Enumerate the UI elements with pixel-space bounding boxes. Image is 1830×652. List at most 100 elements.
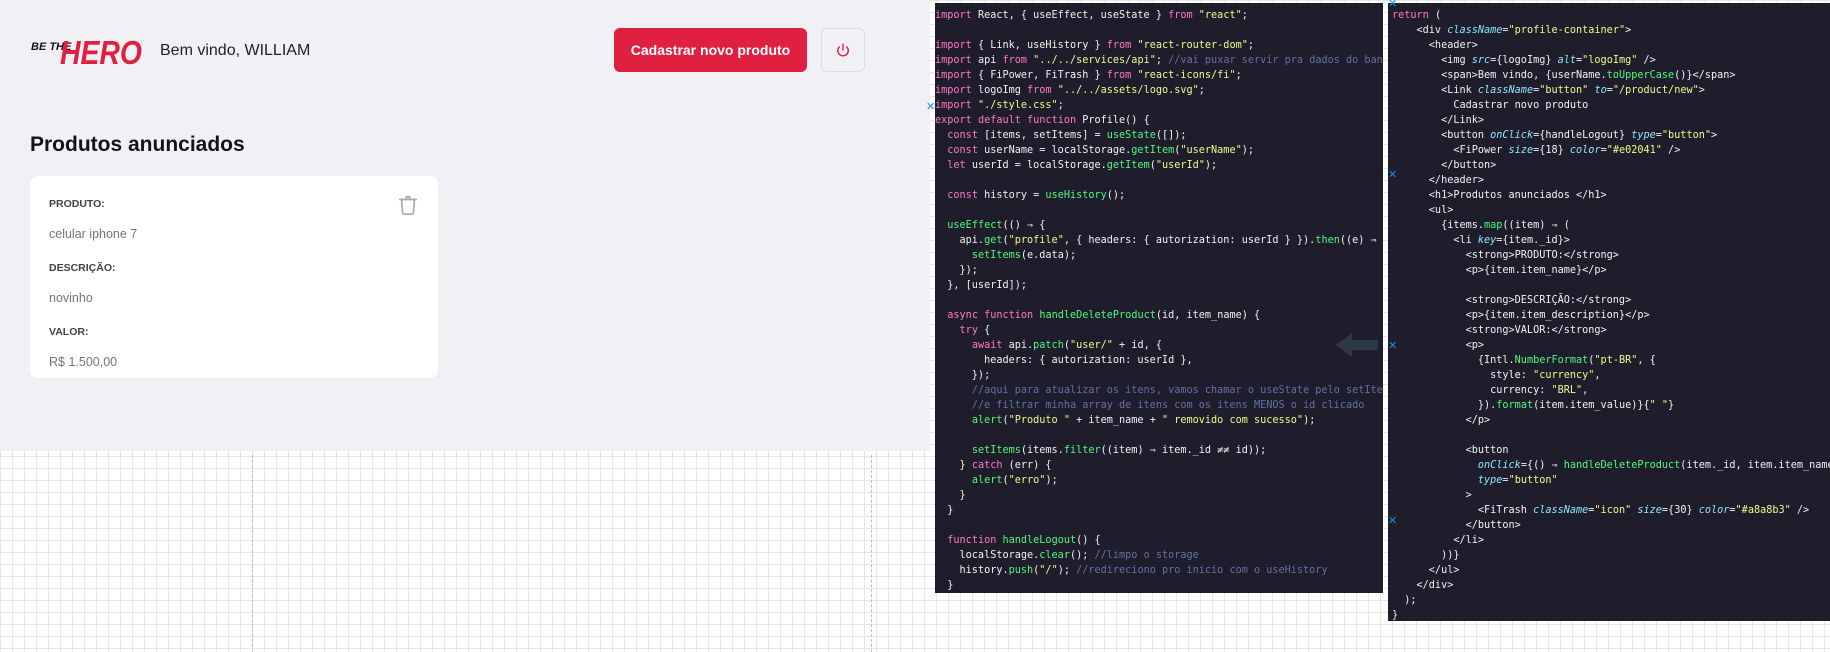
selection-marker: ✕	[926, 100, 936, 113]
code-line: <strong>DESCRIÇÃO:</strong>	[1392, 295, 1632, 306]
selection-marker: ✕	[1388, 514, 1398, 527]
product-description: novinho	[49, 291, 93, 305]
code-line: </ul>	[1392, 565, 1460, 576]
code-line: api.get("profile", { headers: { autoriza…	[935, 235, 1383, 246]
description-label: DESCRIÇÃO:	[49, 262, 116, 274]
code-line: localStorage.clear(); //limpo o storage	[935, 550, 1199, 561]
code-line: export default function Profile() {	[935, 115, 1150, 126]
code-line: const [items, setItems] = useState([]);	[947, 130, 1187, 141]
code-line: //e filtrar minha array de itens com os …	[971, 400, 1365, 411]
code-line: {Intl.NumberFormat("pt-BR", {	[1392, 355, 1656, 366]
code-line: </p>	[1392, 415, 1491, 426]
code-line: import React, { useEffect, useState } fr…	[935, 10, 1248, 21]
code-line: >	[1392, 490, 1472, 501]
product-name: celular iphone 7	[49, 227, 138, 241]
product-label: PRODUTO:	[49, 198, 105, 210]
code-line: useEffect(() ⇒ {	[947, 220, 1046, 231]
code-line: }	[935, 490, 966, 501]
code-line: import "./style.css";	[935, 100, 1064, 111]
code-line: async function handleDeleteProduct(id, i…	[947, 310, 1261, 321]
code-line: return (	[1392, 10, 1442, 21]
code-editor-left: import React, { useEffect, useState } fr…	[935, 3, 1383, 593]
power-icon	[837, 43, 849, 57]
code-line: <h1>Produtos anunciados </h1>	[1392, 190, 1607, 201]
code-line: const userName = localStorage.getItem("u…	[947, 145, 1254, 156]
code-line: } catch (err) {	[935, 460, 1052, 471]
code-line: import api from "../../services/api"; //…	[935, 55, 1383, 66]
canvas-guide	[871, 455, 872, 652]
code-line: }	[1392, 610, 1399, 621]
code-line: ))}	[1392, 550, 1460, 561]
code-line: type="button"	[1477, 475, 1558, 486]
code-line: }).format(item.item_value)}{" "}	[1392, 400, 1675, 411]
code-line: Cadastrar novo produto	[1392, 100, 1589, 111]
logo: BE THE HERO	[31, 34, 142, 71]
code-line: <button onClick={handleLogout} type="but…	[1392, 130, 1718, 141]
code-line: let userId = localStorage.getItem("userI…	[947, 160, 1218, 171]
code-line: <FiTrash className="icon" size={30} colo…	[1392, 505, 1810, 516]
code-line: currency: "BRL",	[1392, 385, 1589, 396]
code-line: });	[935, 265, 978, 276]
code-line: import logoImg from "../../assets/logo.s…	[935, 85, 1205, 96]
trash-icon[interactable]	[397, 193, 419, 217]
new-product-button[interactable]: Cadastrar novo produto	[614, 28, 807, 72]
code-line: }	[935, 505, 954, 516]
code-line: import { Link, useHistory } from "react-…	[935, 40, 1254, 51]
code-line: </Link>	[1392, 115, 1485, 126]
code-line: );	[1392, 595, 1417, 606]
value-label: VALOR:	[49, 326, 89, 338]
code-line: </button>	[1392, 520, 1521, 531]
code-line: headers: { autorization: userId },	[935, 355, 1193, 366]
code-line: </header>	[1392, 175, 1485, 186]
code-editor-right: return ( <div className="profile-contain…	[1388, 3, 1830, 621]
code-line: alert("erro");	[971, 475, 1058, 486]
code-line: }, [userId]);	[935, 280, 1028, 291]
code-line: <ul>	[1392, 205, 1454, 216]
code-line: });	[935, 370, 991, 381]
canvas-guide	[252, 455, 253, 652]
logo-text-main: HERO	[60, 34, 142, 71]
code-line: <p>	[1392, 340, 1485, 351]
page-header: BE THE HERO Bem vindo, WILLIAM Cadastrar…	[30, 28, 866, 74]
code-line: alert("Produto " + item_name + " removid…	[971, 415, 1316, 426]
code-line: <header>	[1392, 40, 1478, 51]
code-line: setItems(e.data);	[971, 250, 1077, 261]
code-line: onClick={() ⇒ handleDeleteProduct(item._…	[1477, 460, 1830, 471]
logout-button[interactable]	[821, 28, 865, 72]
code-line: function handleLogout() {	[947, 535, 1101, 546]
selection-marker: ✕	[1388, 0, 1398, 10]
code-line: </li>	[1392, 535, 1485, 546]
code-line: <FiPower size={18} color="#e02041" />	[1392, 145, 1681, 156]
code-line: import { FiPower, FiTrash } from "react-…	[935, 70, 1242, 81]
code-line: <p>{item.item_name}</p>	[1392, 265, 1607, 276]
code-line: <li key={item._id}>	[1392, 235, 1570, 246]
code-line: <p>{item.item_description}</p>	[1392, 310, 1650, 321]
code-line: <img src={logoImg} alt="logoImg" />	[1392, 55, 1656, 66]
code-line: <strong>VALOR:</strong>	[1392, 325, 1607, 336]
selection-marker: ✕	[1388, 339, 1398, 352]
welcome-message: Bem vindo, WILLIAM	[160, 42, 311, 59]
arrow-left-icon	[1336, 333, 1378, 357]
page-title: Produtos anunciados	[30, 133, 245, 156]
code-line: <button	[1392, 445, 1509, 456]
code-line: style: "currency",	[1392, 370, 1601, 381]
code-line: const history = useHistory();	[947, 190, 1126, 201]
code-line: await api.patch("user/" + id, {	[971, 340, 1162, 351]
code-line: <Link className="button" to="/product/ne…	[1392, 85, 1705, 96]
code-line: <strong>PRODUTO:</strong>	[1392, 250, 1619, 261]
selection-marker: ✕	[1388, 168, 1398, 181]
code-line: try {	[959, 325, 991, 336]
code-line: {items.map((item) ⇒ (	[1392, 220, 1570, 231]
code-line: history.push("/"); //redireciono pro ini…	[935, 565, 1328, 576]
code-line: <div className="profile-container">	[1392, 25, 1632, 36]
product-value: R$ 1.500,00	[49, 355, 118, 369]
code-line: }	[935, 580, 954, 591]
